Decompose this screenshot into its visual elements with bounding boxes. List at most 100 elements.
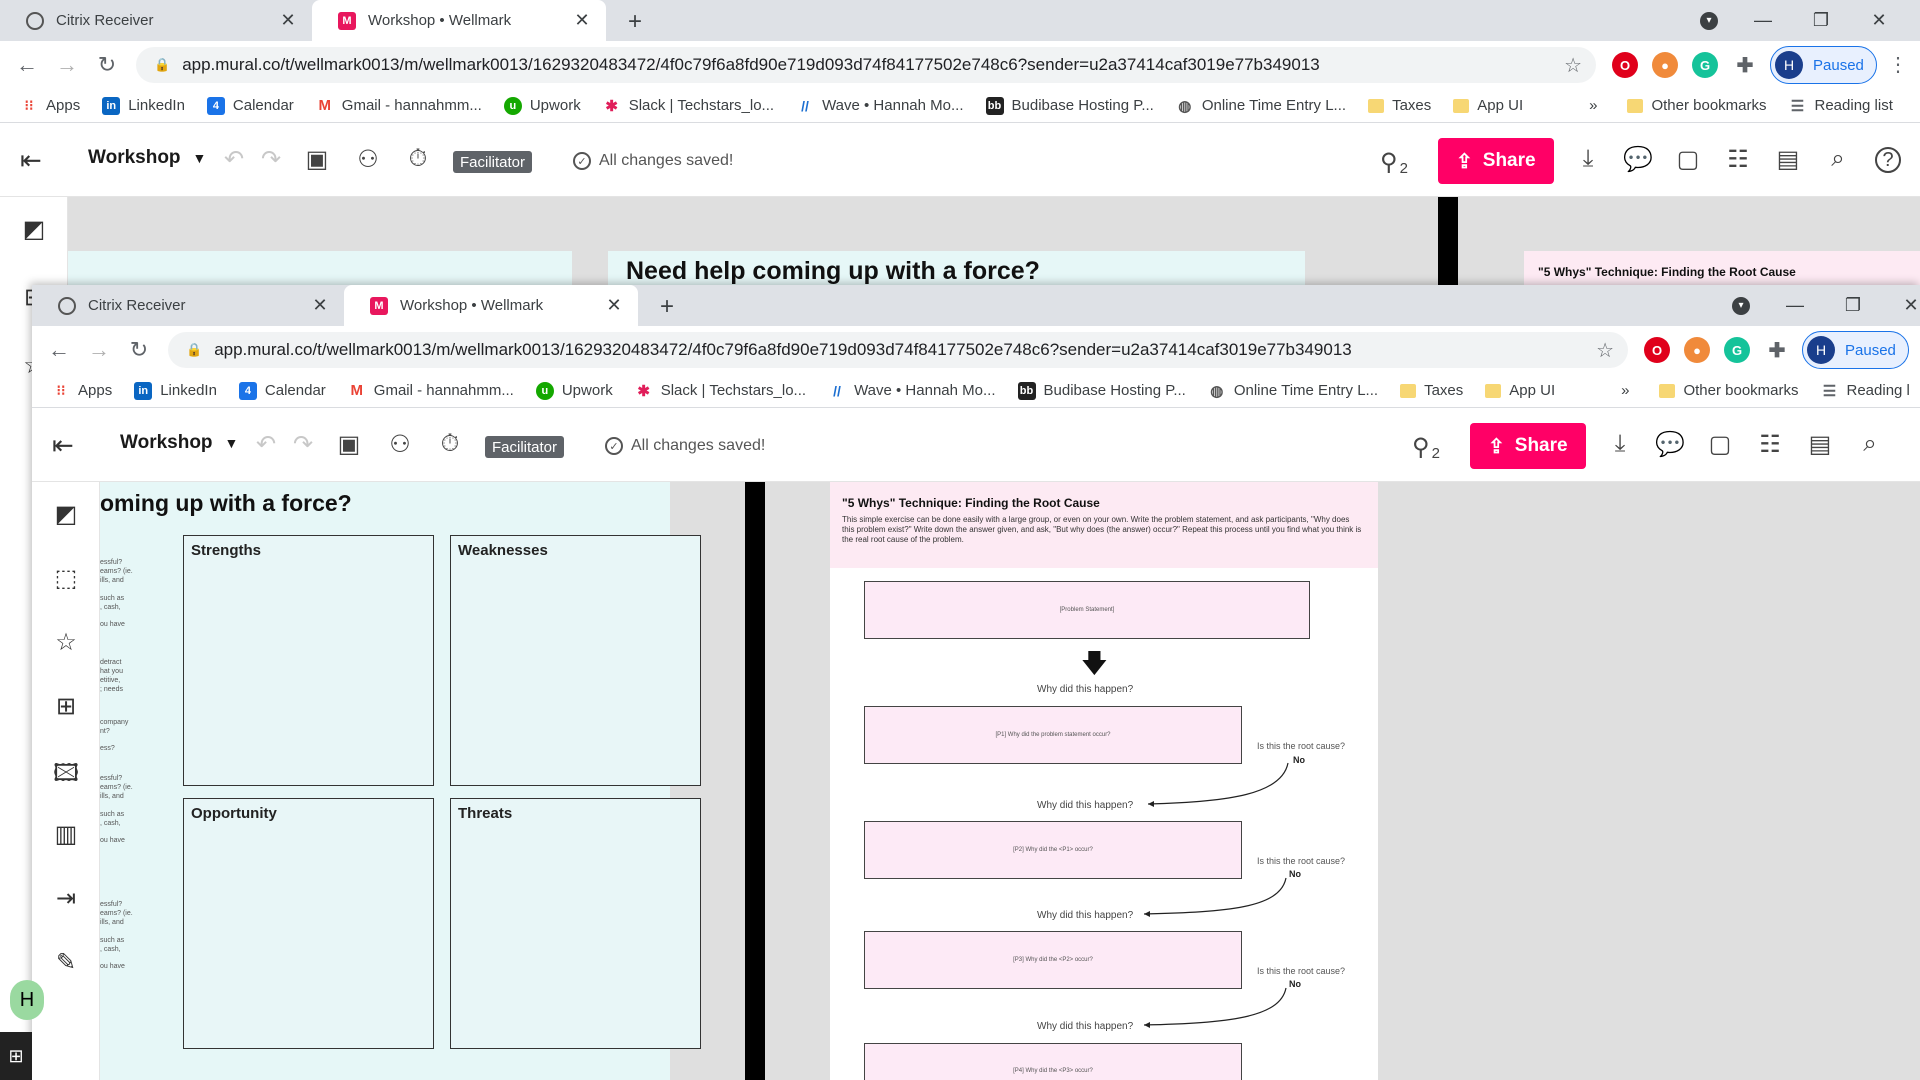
user-avatar-bubble[interactable]: H bbox=[10, 980, 44, 1020]
comments-icon[interactable]: ▢ bbox=[1673, 145, 1703, 174]
profile-button[interactable]: H Paused bbox=[1802, 331, 1909, 369]
chrome-menu-icon[interactable]: ⋮ bbox=[1888, 52, 1908, 77]
undo-icon[interactable]: ↶ bbox=[251, 430, 281, 459]
swot-weaknesses-box[interactable]: Weaknesses bbox=[450, 535, 701, 786]
bookmarks-overflow[interactable]: » bbox=[1621, 382, 1629, 399]
undo-icon[interactable]: ↶ bbox=[219, 145, 249, 174]
bookmark-upwork[interactable]: u Upwork bbox=[535, 381, 613, 400]
image-icon[interactable]: 🖾 bbox=[32, 756, 100, 797]
swot-strengths-box[interactable]: Strengths bbox=[183, 535, 434, 786]
sticky-note-icon[interactable]: ◩ bbox=[0, 215, 68, 244]
reload-icon[interactable]: ↻ bbox=[92, 50, 122, 80]
bookmarks-overflow[interactable]: » bbox=[1589, 97, 1597, 114]
why-box-4[interactable]: [P4] Why did the <P3> occur? bbox=[864, 1043, 1242, 1080]
close-window-icon[interactable]: ✕ bbox=[1882, 295, 1920, 316]
mural-canvas[interactable]: oming up with a force? essful? eams? (ie… bbox=[100, 482, 1920, 1080]
minimize-icon[interactable]: — bbox=[1766, 295, 1824, 316]
maximize-icon[interactable]: ❐ bbox=[1824, 295, 1882, 316]
new-tab-icon[interactable]: + bbox=[654, 293, 680, 321]
new-tab-icon[interactable]: + bbox=[622, 8, 648, 36]
mural-title-menu[interactable]: Workshop ▼ bbox=[88, 147, 206, 169]
address-bar[interactable]: 🔒 app.mural.co/t/wellmark0013/m/wellmark… bbox=[168, 332, 1628, 368]
bookmark-calendar[interactable]: 4 Calendar bbox=[206, 96, 294, 115]
pencil-draw-icon[interactable]: ✎ bbox=[32, 948, 100, 977]
honey-extension-icon[interactable]: ● bbox=[1652, 52, 1678, 78]
back-icon[interactable]: ← bbox=[44, 335, 74, 365]
activity-icon[interactable]: ☷ bbox=[1723, 145, 1753, 174]
import-icon[interactable]: ⇥ bbox=[32, 884, 100, 913]
bookmark-slack[interactable]: ✱ Slack | Techstars_lo... bbox=[634, 381, 806, 400]
minimize-icon[interactable]: — bbox=[1734, 10, 1792, 31]
swot-opportunity-box[interactable]: Opportunity bbox=[183, 798, 434, 1049]
bookmark-taxes[interactable]: Taxes bbox=[1400, 382, 1463, 399]
search-icon[interactable]: ⌕ bbox=[1823, 145, 1853, 173]
reading-list[interactable]: ☰ Reading list bbox=[1788, 96, 1893, 115]
redo-icon[interactable]: ↷ bbox=[288, 430, 318, 459]
search-icon[interactable]: ⌕ bbox=[1855, 430, 1885, 458]
bookmark-linkedin[interactable]: in LinkedIn bbox=[134, 381, 217, 400]
why-box-1[interactable]: [P1] Why did the problem statement occur… bbox=[864, 706, 1242, 764]
sticky-note-icon[interactable]: ◩ bbox=[32, 500, 100, 529]
shapes-icon[interactable]: ⬚ bbox=[32, 564, 100, 593]
bookmark-apps[interactable]: ⁝⁝ Apps bbox=[52, 381, 112, 400]
frames-grid-icon[interactable]: ⊞ bbox=[32, 692, 100, 721]
private-mode-icon[interactable]: ⚇ bbox=[353, 145, 383, 174]
private-mode-icon[interactable]: ⚇ bbox=[385, 430, 415, 459]
back-icon[interactable]: ← bbox=[12, 50, 42, 80]
bookmark-slack[interactable]: ✱ Slack | Techstars_lo... bbox=[602, 96, 774, 115]
bookmark-star-icon[interactable]: ☆ bbox=[1564, 53, 1582, 78]
bookmark-online-time-entry[interactable]: ◍ Online Time Entry L... bbox=[1207, 381, 1378, 400]
swot-threats-box[interactable]: Threats bbox=[450, 798, 701, 1049]
exit-mural-icon[interactable]: ⇤ bbox=[52, 430, 74, 461]
tab-workshop-wellmark[interactable]: M Workshop • Wellmark ✕ bbox=[312, 0, 606, 41]
honey-extension-icon[interactable]: ● bbox=[1684, 337, 1710, 363]
facilitator-badge[interactable]: Facilitator bbox=[485, 436, 565, 458]
exit-mural-icon[interactable]: ⇤ bbox=[20, 145, 42, 176]
help-icon[interactable]: ? bbox=[1875, 147, 1901, 173]
bookmark-apps[interactable]: ⁝⁝ Apps bbox=[20, 96, 80, 115]
close-tab-icon[interactable]: ✕ bbox=[310, 295, 330, 316]
extensions-icon[interactable]: ✚ bbox=[1764, 337, 1790, 363]
star-icon[interactable]: ☆ bbox=[32, 628, 100, 657]
redo-icon[interactable]: ↷ bbox=[256, 145, 286, 174]
download-icon[interactable]: ⤓ bbox=[1605, 430, 1635, 458]
extensions-icon[interactable]: ✚ bbox=[1732, 52, 1758, 78]
bookmark-star-icon[interactable]: ☆ bbox=[1596, 338, 1614, 363]
opera-extension-icon[interactable]: O bbox=[1612, 52, 1638, 78]
tab-citrix-receiver[interactable]: Citrix Receiver ✕ bbox=[0, 0, 312, 41]
outline-icon[interactable]: ▣ bbox=[302, 145, 332, 174]
outline-list-icon[interactable]: ▤ bbox=[1805, 430, 1835, 459]
facilitator-badge[interactable]: Facilitator bbox=[453, 151, 533, 173]
profile-button[interactable]: H Paused bbox=[1770, 46, 1877, 84]
opera-extension-icon[interactable]: O bbox=[1644, 337, 1670, 363]
bookmark-upwork[interactable]: u Upwork bbox=[503, 96, 581, 115]
bookmark-wave[interactable]: //Wave • Hannah Mo... bbox=[796, 96, 964, 115]
forward-icon[interactable]: → bbox=[84, 335, 114, 365]
bookmark-app-ui[interactable]: App UI bbox=[1485, 382, 1555, 399]
why-box-3[interactable]: [P3] Why did the <P2> occur? bbox=[864, 931, 1242, 989]
bookmark-budibase[interactable]: bb Budibase Hosting P... bbox=[1017, 381, 1186, 400]
bookmark-linkedin[interactable]: in LinkedIn bbox=[102, 96, 185, 115]
bookmark-budibase[interactable]: bb Budibase Hosting P... bbox=[985, 96, 1154, 115]
outline-icon[interactable]: ▣ bbox=[334, 430, 364, 459]
why-box-2[interactable]: [P2] Why did the <P1> occur? bbox=[864, 821, 1242, 879]
bookmark-other[interactable]: Other bookmarks bbox=[1627, 97, 1767, 114]
close-tab-icon[interactable]: ✕ bbox=[604, 295, 624, 316]
grammarly-extension-icon[interactable]: G bbox=[1724, 337, 1750, 363]
activity-icon[interactable]: ☷ bbox=[1755, 430, 1785, 459]
tab-citrix-receiver[interactable]: Citrix Receiver ✕ bbox=[32, 285, 344, 326]
windows-start-icon[interactable]: ⊞ bbox=[0, 1032, 32, 1080]
share-button[interactable]: ⇪ Share bbox=[1438, 138, 1554, 184]
address-bar[interactable]: 🔒 app.mural.co/t/wellmark0013/m/wellmark… bbox=[136, 47, 1596, 83]
bookmark-calendar[interactable]: 4 Calendar bbox=[238, 381, 326, 400]
share-button[interactable]: ⇪ Share bbox=[1470, 423, 1586, 469]
tab-search-icon[interactable]: ▾ bbox=[1700, 11, 1718, 30]
chat-icon[interactable]: 💬 bbox=[1623, 145, 1653, 174]
download-icon[interactable]: ⤓ bbox=[1573, 145, 1603, 173]
tab-search-icon[interactable]: ▾ bbox=[1732, 296, 1750, 315]
bookmark-gmail[interactable]: M Gmail - hannahmm... bbox=[315, 96, 482, 115]
outline-list-icon[interactable]: ▤ bbox=[1773, 145, 1803, 174]
timer-icon[interactable]: ⏱ bbox=[435, 430, 465, 458]
tab-workshop-wellmark[interactable]: M Workshop • Wellmark ✕ bbox=[344, 285, 638, 326]
grammarly-extension-icon[interactable]: G bbox=[1692, 52, 1718, 78]
